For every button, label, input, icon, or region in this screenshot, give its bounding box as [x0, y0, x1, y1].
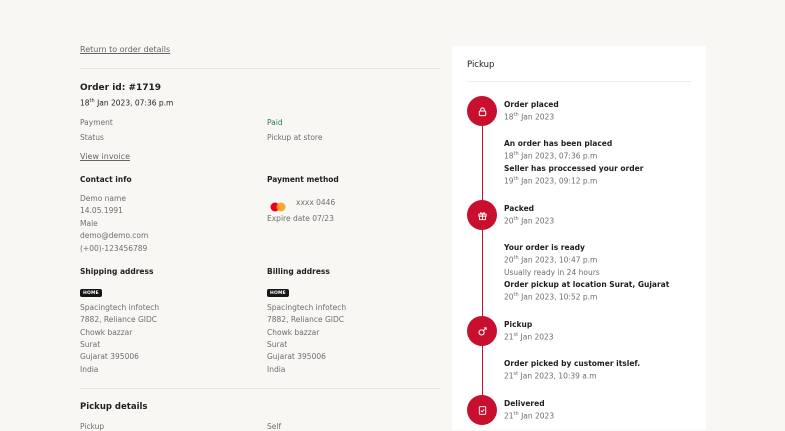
- home-badge: HOME: [267, 289, 289, 297]
- event-date: 20th Jan 2023, 10:52 p.m: [504, 292, 598, 302]
- status-value: Pickup at store: [267, 133, 323, 142]
- timeline-title: Pickup: [467, 60, 495, 70]
- contact-gender: Male: [80, 219, 98, 228]
- event-title: Delivered: [504, 399, 545, 408]
- payment-method-heading: Payment method: [267, 175, 339, 184]
- shipping-address-heading: Shipping address: [80, 267, 154, 276]
- billing-line: Gujarat 395006: [267, 352, 326, 361]
- event-title: Pickup: [504, 320, 533, 329]
- pickup-details-heading: Pickup details: [80, 402, 148, 412]
- shipping-line: Chowk bazzar: [80, 328, 133, 337]
- lock-icon: [467, 96, 497, 126]
- event-note: Usually ready in 24 hours: [504, 268, 600, 277]
- billing-line: India: [267, 365, 286, 374]
- shipping-line: Gujarat 395006: [80, 352, 139, 361]
- event-title: Your order is ready: [504, 243, 585, 252]
- payment-status-value: Paid: [267, 118, 283, 127]
- event-date: 19th Jan 2023, 09:12 p.m: [504, 176, 598, 186]
- billing-line: Chowk bazzar: [267, 328, 320, 337]
- return-to-order-details-link[interactable]: Return to order details: [80, 45, 170, 54]
- gift-icon: [467, 200, 497, 230]
- contact-info-heading: Contact info: [80, 175, 132, 184]
- order-id: Order id: #1719: [80, 83, 162, 93]
- timeline-line: [482, 112, 483, 412]
- divider: [467, 81, 692, 82]
- event-date: 21st Jan 2023: [504, 332, 554, 342]
- shipping-line: Surat: [80, 340, 101, 349]
- event-title: Order picked by customer itslef.: [504, 359, 641, 368]
- shipping-line: 7882, Reliance GIDC: [80, 315, 158, 324]
- status-label: Status: [80, 133, 104, 142]
- event-date: 20th Jan 2023: [504, 216, 555, 226]
- payment-label: Payment: [80, 118, 113, 127]
- contact-phone: (+00)-123456789: [80, 244, 148, 253]
- contact-email: demo@demo.com: [80, 231, 149, 240]
- mastercard-icon: [270, 197, 286, 212]
- order-date: 18th Jan 2023, 07:36 p.m: [80, 98, 174, 108]
- contact-name: Demo name: [80, 194, 126, 203]
- home-badge: HOME: [80, 289, 102, 297]
- billing-line: 7882, Reliance GIDC: [267, 315, 345, 324]
- event-date: 18th Jan 2023: [504, 112, 555, 122]
- event-title: An order has been placed: [504, 139, 613, 148]
- shipping-line: India: [80, 365, 99, 374]
- event-title: Order placed: [504, 100, 559, 109]
- event-date: 18th Jan 2023, 07:36 p.m: [504, 151, 598, 161]
- event-date: 21st Jan 2023, 10:39 a.m: [504, 371, 597, 381]
- billing-line: Surat: [267, 340, 288, 349]
- event-date: 20th Jan 2023, 10:47 p.m: [504, 255, 598, 265]
- billing-address-heading: Billing address: [267, 267, 330, 276]
- divider: [80, 388, 440, 389]
- card-expire: Expire date 07/23: [267, 214, 334, 223]
- check-doc-icon: [467, 395, 497, 425]
- contact-dob: 14.05.1991: [80, 206, 123, 215]
- shipping-line: Spacingtech infotech: [80, 303, 160, 312]
- card-number: xxxx 0446: [296, 198, 336, 207]
- view-invoice-link[interactable]: View invoice: [80, 152, 130, 161]
- event-date: 21th Jan 2023: [504, 411, 555, 421]
- person-icon: [467, 316, 497, 346]
- event-title: Seller has proccessed your order: [504, 164, 644, 173]
- divider: [80, 68, 440, 69]
- event-title: Order pickup at location Surat, Gujarat: [504, 280, 670, 289]
- billing-line: Spacingtech infotech: [267, 303, 347, 312]
- event-title: Packed: [504, 204, 535, 213]
